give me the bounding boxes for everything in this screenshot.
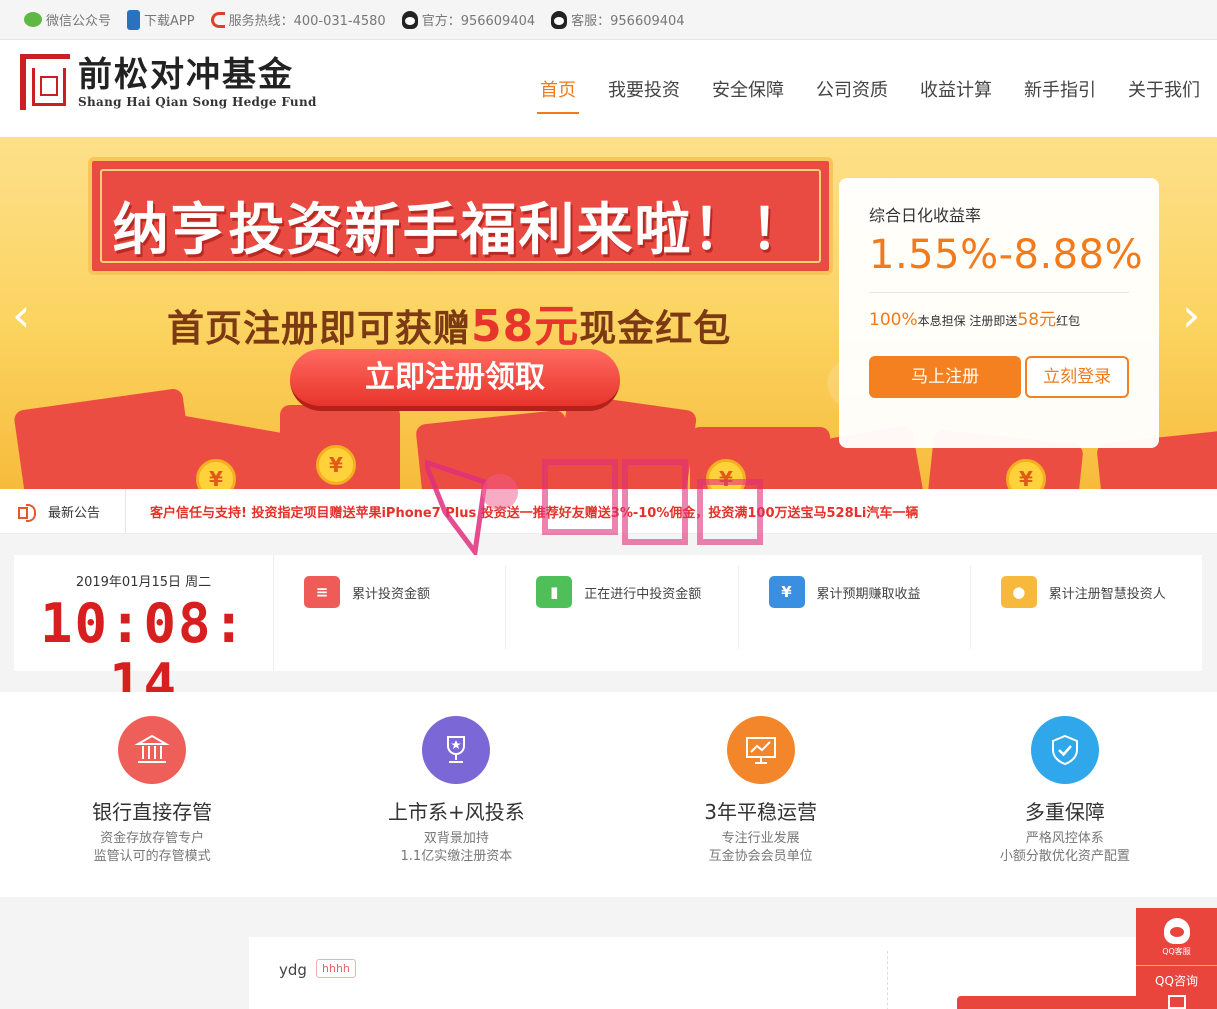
nav-guide[interactable]: 新手指引 [1021,68,1099,110]
trophy-icon [422,716,491,784]
wechat-link[interactable]: 微信公众号 [24,10,111,29]
banner-title: 纳亨投资新手福利来啦！！ [112,198,809,263]
hero-banner[interactable]: ¥ ¥ ¥ ¥ 纳亨投资新手福利来啦！！ 首页注册即可获赠58元现金红包 立即注… [0,137,1217,489]
top-bar: 微信公众号 下载APP 服务热线：400-031-4580 官方：9566094… [0,0,1217,40]
site-header: 前松对冲基金 Shang Hai Qian Song Hedge Fund 首页… [0,40,1217,137]
feature-line: 资金存放存管专户 [100,831,205,846]
product-tag: hhhh [316,959,356,978]
card-divider [887,951,888,1009]
rate-value: 1.55%-8.88% [869,232,1144,278]
service-qq-label: 客服：956609404 [571,14,685,29]
qq-service-caption: QQ客服 [1162,947,1191,956]
rate-divider [869,292,1129,293]
feature-title: 多重保障 [1024,800,1105,824]
announcement-bar: 最新公告 客户信任与支持! 投资指定项目赠送苹果iPhone7 Plus 投资送… [0,488,1217,534]
nav-home[interactable]: 首页 [537,68,579,114]
feature-line: 专注行业发展 [721,831,800,846]
feature-line: 小额分散优化资产配置 [999,849,1130,864]
red-envelope-image [415,409,575,489]
user-icon: ● [1000,576,1037,608]
stat-ongoing-investment: ▮ 正在进行中投资金额 [506,565,739,649]
bank-icon [118,716,187,784]
rate-card: 综合日化收益率 1.55%-8.88% 100%本息担保 注册即送58元红包 马… [839,178,1159,448]
nav-invest[interactable]: 我要投资 [605,68,683,110]
product-card[interactable]: ydg hhhh [249,937,1209,1009]
logo-name-en: Shang Hai Qian Song Hedge Fund [78,95,317,109]
feature-line: 监管认可的存管模式 [93,849,211,864]
speaker-icon [18,504,38,522]
feature-line: 双背景加持 [423,831,489,846]
official-qq-label: 官方：956609404 [421,14,536,29]
hotline: 服务热线：400-031-4580 [210,10,386,29]
nav-calculator[interactable]: 收益计算 [917,68,995,110]
main-nav: 首页 我要投资 安全保障 公司资质 收益计算 新手指引 关于我们 [511,40,1203,137]
product-name: ydg [279,961,307,979]
qr-code-icon[interactable] [1167,995,1186,1009]
download-app-label: 下载APP [144,14,195,29]
feature-stable-operation: 3年平稳运营 专注行业发展 互金协会会员单位 [609,692,913,897]
hotline-label: 服务热线：400-031-4580 [228,14,386,29]
banner-prev-arrow-icon[interactable]: ‹ [12,292,30,338]
stat-total-investment: ≡ 累计投资金额 [274,565,507,649]
shield-check-icon [1030,716,1099,784]
register-button[interactable]: 马上注册 [869,356,1022,398]
download-app-link[interactable]: 下载APP [127,9,195,30]
announcement-label: 最新公告 [48,505,101,521]
qq-icon [551,10,568,29]
nav-qualification[interactable]: 公司资质 [813,68,891,110]
logo-mark-icon [20,54,70,110]
announcement-head: 最新公告 [0,488,126,534]
banner-register-button[interactable]: 立即注册领取 [290,349,620,411]
stat-label: 正在进行中投资金额 [584,587,702,602]
feature-line: 严格风控体系 [1025,831,1104,846]
stat-label: 累计投资金额 [352,587,431,602]
feature-listed-vc: 上市系+风投系 双背景加持 1.1亿实缴注册资本 [304,692,608,897]
qq-icon [401,10,418,29]
stack-icon: ≡ [304,576,340,608]
feature-title: 上市系+风投系 [387,800,525,824]
stat-registered-investors: ● 累计注册智慧投资人 [971,565,1202,649]
login-button[interactable]: 立刻登录 [1025,356,1129,398]
rate-label: 综合日化收益率 [869,206,982,225]
bar-chart-icon: ▮ [536,576,573,608]
telephone-icon [210,11,225,28]
stats-panel: 2019年01月15日 周二 10:08: 14 ≡ 累计投资金额 ▮ 正在进行… [14,555,1202,714]
phone-app-icon [127,9,141,30]
feature-multiple-protection: 多重保障 严格风控体系 小额分散优化资产配置 [913,692,1217,897]
features-section: 银行直接存管 资金存放存管专户 监管认可的存管模式 上市系+风投系 双背景加持 … [0,692,1217,897]
banner-next-arrow-icon[interactable]: › [1182,292,1200,338]
nav-about[interactable]: 关于我们 [1125,68,1203,110]
banner-title-plate: 纳亨投资新手福利来啦！！ [88,157,833,275]
feature-title: 银行直接存管 [92,800,213,824]
stat-label: 累计预期赚取收益 [816,587,921,602]
feature-line: 1.1亿实缴注册资本 [400,849,513,864]
wechat-label: 微信公众号 [46,14,112,29]
banner-subtitle: 首页注册即可获赠58元现金红包 [167,301,732,352]
yen-icon: ¥ [768,576,805,608]
logo-name-cn: 前松对冲基金 [78,55,294,95]
official-qq-link[interactable]: 官方：956609404 [401,10,536,29]
coin-icon: ¥ [316,445,356,485]
stat-label: 累计注册智慧投资人 [1048,587,1166,602]
feature-bank-custody: 银行直接存管 资金存放存管专户 监管认可的存管模式 [0,692,304,897]
qq-icon [1163,918,1190,944]
chart-screen-icon [726,716,795,784]
live-clock: 2019年01月15日 周二 10:08: 14 [14,555,274,714]
rate-note: 100%本息担保 注册即送58元红包 [869,310,1081,330]
clock-date: 2019年01月15日 周二 [75,575,212,590]
feature-title: 3年平稳运营 [704,800,817,824]
site-logo[interactable]: 前松对冲基金 Shang Hai Qian Song Hedge Fund [20,54,317,110]
stat-expected-earnings: ¥ 累计预期赚取收益 [739,565,971,649]
feature-line: 互金协会会员单位 [708,849,813,864]
wechat-icon [24,12,42,27]
nav-security[interactable]: 安全保障 [709,68,787,110]
announcement-ticker[interactable]: 客户信任与支持! 投资指定项目赠送苹果iPhone7 Plus 投资送一推荐好友… [126,502,1126,521]
qq-consult-label: QQ咨询 [1136,965,1217,989]
qq-consult-float[interactable]: QQ客服 QQ咨询 [1136,908,1217,1009]
service-qq-link[interactable]: 客服：956609404 [551,10,685,29]
